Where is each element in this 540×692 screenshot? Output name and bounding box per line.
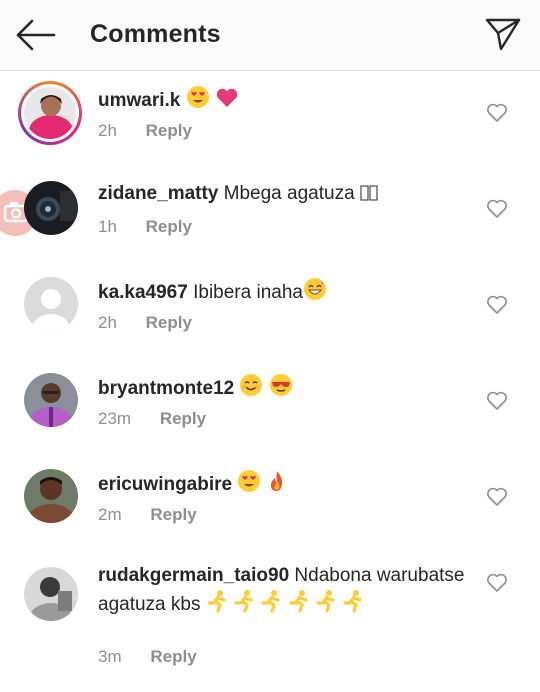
like-button[interactable] <box>486 103 508 123</box>
like-button[interactable] <box>486 487 508 507</box>
runner-emoji <box>343 590 362 613</box>
username[interactable]: umwari.k <box>98 90 180 111</box>
heart-outline-icon <box>487 295 507 314</box>
runner-emoji <box>234 590 253 613</box>
heart-outline-icon <box>487 199 507 218</box>
heart-outline-icon <box>487 573 507 592</box>
default-avatar-icon <box>24 277 78 331</box>
fire-emoji <box>270 471 282 491</box>
timestamp: 1h <box>98 217 117 236</box>
share-button[interactable] <box>484 16 522 52</box>
timestamp: 2h <box>98 313 117 332</box>
runner-emoji <box>316 590 335 613</box>
avatar[interactable] <box>18 81 82 145</box>
avatar[interactable] <box>24 373 78 427</box>
profile-photo <box>24 181 78 235</box>
profile-photo <box>24 87 76 139</box>
comment-meta: 2m Reply <box>98 505 197 525</box>
runner-emoji <box>261 590 280 613</box>
reply-button[interactable]: Reply <box>150 647 196 666</box>
page-title: Comments <box>90 20 221 48</box>
comment-meta: 1h Reply <box>98 217 192 237</box>
heart-eyes-emoji <box>238 470 261 492</box>
reply-button[interactable]: Reply <box>146 121 192 140</box>
back-button[interactable] <box>14 17 58 53</box>
sunglasses-emoji <box>269 374 292 396</box>
arrow-left-icon <box>16 19 56 51</box>
smiling-emoji <box>240 374 263 396</box>
like-button[interactable] <box>486 573 508 593</box>
comment-text: bryantmonte12 <box>98 373 468 402</box>
username[interactable]: ka.ka4967 <box>98 282 188 303</box>
runner-emoji <box>288 590 308 613</box>
comment-item: ericuwingabire 2m Reply <box>0 455 540 551</box>
comment-item: zidane_matty Mbega agatuza 1h Reply <box>0 167 540 263</box>
unrendered-glyph <box>369 185 378 201</box>
like-button[interactable] <box>486 391 508 411</box>
username[interactable]: bryantmonte12 <box>98 378 234 399</box>
comment-item: umwari.k 2h Reply <box>0 71 540 167</box>
top-bar: Comments <box>0 0 540 71</box>
comment-text: ericuwingabire <box>98 469 468 498</box>
comment-body: Ibibera inaha <box>187 282 303 303</box>
reply-button[interactable]: Reply <box>150 505 196 524</box>
runner-emoji <box>207 590 226 613</box>
profile-photo <box>24 567 78 621</box>
timestamp: 2m <box>98 505 122 524</box>
unrendered-glyph <box>360 185 369 201</box>
grinning-sweat-emoji <box>303 278 326 300</box>
username[interactable]: rudakgermain_taio90 <box>98 565 289 586</box>
comment-item: ka.ka4967 Ibibera inaha 2h Reply <box>0 263 540 359</box>
comment-item: rudakgermain_taio90 Ndabona warubatse ag… <box>0 551 540 691</box>
like-button[interactable] <box>486 199 508 219</box>
comment-meta: 3m Reply <box>98 647 197 667</box>
avatar[interactable] <box>24 469 78 523</box>
heart-outline-icon <box>487 103 507 122</box>
comment-text: umwari.k <box>98 85 468 114</box>
comment-meta: 2h Reply <box>98 313 192 333</box>
comment-item: bryantmonte12 23m Reply <box>0 359 540 455</box>
pink-heart-emoji <box>216 88 238 107</box>
paper-plane-icon <box>485 18 521 51</box>
comment-text: ka.ka4967 Ibibera inaha <box>98 277 468 306</box>
comment-meta: 2h Reply <box>98 121 192 141</box>
timestamp: 2h <box>98 121 117 140</box>
timestamp: 23m <box>98 409 132 428</box>
profile-photo <box>24 469 78 523</box>
comment-text: rudakgermain_taio90 Ndabona warubatse ag… <box>98 563 468 618</box>
profile-photo <box>24 373 78 427</box>
heart-outline-icon <box>487 487 507 506</box>
username[interactable]: zidane_matty <box>98 183 218 204</box>
reply-button[interactable]: Reply <box>160 409 206 428</box>
comment-meta: 23m Reply <box>98 409 206 429</box>
avatar[interactable] <box>24 567 78 621</box>
comment-text: zidane_matty Mbega agatuza <box>98 181 468 207</box>
avatar[interactable] <box>24 277 78 331</box>
reply-button[interactable]: Reply <box>146 217 192 236</box>
like-button[interactable] <box>486 295 508 315</box>
heart-outline-icon <box>487 391 507 410</box>
avatar[interactable] <box>24 181 78 235</box>
heart-eyes-emoji <box>186 86 209 108</box>
reply-button[interactable]: Reply <box>146 313 192 332</box>
comments-screen: Comments umwari.k 2h Reply zidane_matty … <box>0 0 540 692</box>
comment-body: Mbega agatuza <box>218 183 355 204</box>
username[interactable]: ericuwingabire <box>98 474 232 495</box>
timestamp: 3m <box>98 647 122 666</box>
